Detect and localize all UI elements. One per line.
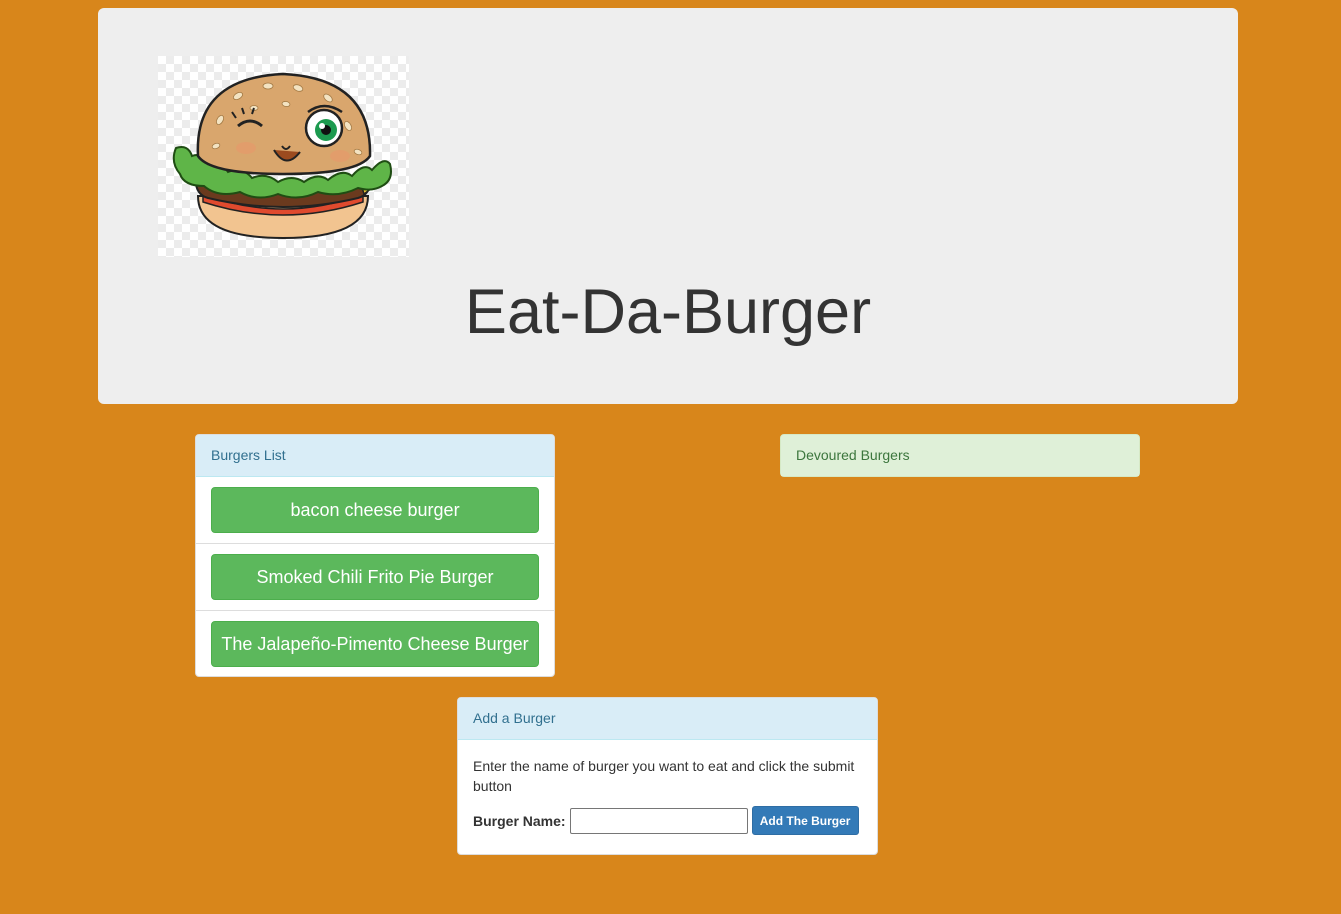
burgers-list-panel: Burgers List bacon cheese burger Smoked … <box>195 434 555 677</box>
list-item: The Jalapeño-Pimento Cheese Burger <box>196 611 554 678</box>
page-title: Eat-Da-Burger <box>464 277 872 347</box>
burger-form: Burger Name: Add The Burger <box>473 806 862 835</box>
jumbotron: Eat-Da-Burger <box>98 8 1238 404</box>
add-burger-body: Enter the name of burger you want to eat… <box>458 740 877 851</box>
devoured-burgers-heading: Devoured Burgers <box>781 435 1139 476</box>
add-burger-panel: Add a Burger Enter the name of burger yo… <box>457 697 878 855</box>
devour-burger-button[interactable]: Smoked Chili Frito Pie Burger <box>211 554 539 600</box>
burgers-list-heading: Burgers List <box>196 435 554 477</box>
burger-name-input[interactable] <box>569 807 748 834</box>
add-burger-button[interactable]: Add The Burger <box>751 806 859 835</box>
devour-burger-button[interactable]: The Jalapeño-Pimento Cheese Burger <box>211 621 539 667</box>
winking-burger-icon <box>158 56 409 257</box>
devoured-burgers-panel: Devoured Burgers <box>780 434 1140 477</box>
add-burger-heading: Add a Burger <box>458 698 877 740</box>
instructions-text: Enter the name of burger you want to eat… <box>473 758 855 794</box>
devour-burger-button[interactable]: bacon cheese burger <box>211 487 539 533</box>
list-item: Smoked Chili Frito Pie Burger <box>196 544 554 611</box>
burger-name-label: Burger Name: <box>473 812 566 829</box>
list-item: bacon cheese burger <box>196 477 554 544</box>
